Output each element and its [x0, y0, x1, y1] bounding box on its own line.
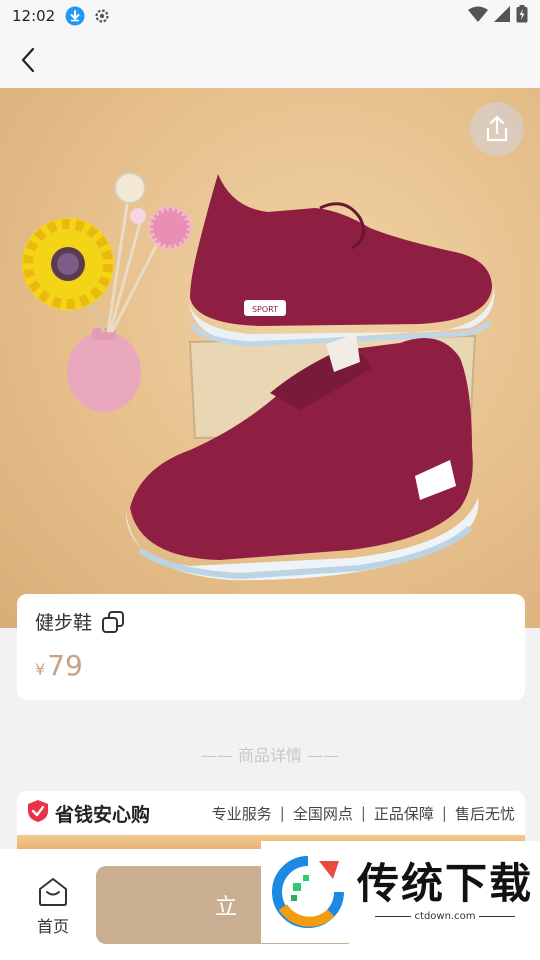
- share-button[interactable]: [470, 102, 524, 156]
- status-time: 12:02: [12, 7, 56, 25]
- download-icon: [65, 6, 85, 26]
- promo-title: 省钱安心购: [55, 803, 151, 826]
- buy-label: 立: [214, 895, 237, 920]
- nav-bar: [0, 32, 540, 88]
- promo-separator: |: [279, 804, 285, 822]
- product-name: 健步鞋: [35, 612, 93, 634]
- watermark-url-row: ctdown.com: [374, 910, 516, 922]
- price-value: 79: [47, 649, 83, 682]
- home-tab[interactable]: 首页: [28, 877, 78, 937]
- promo-separator: |: [441, 804, 447, 822]
- promo-tag: 售后无忧: [454, 804, 515, 823]
- price: ¥ 79: [35, 649, 507, 682]
- battery-icon: [516, 5, 528, 27]
- promo-tag: 专业服务: [211, 804, 272, 823]
- share-icon: [486, 115, 508, 142]
- details-divider: —— 商品详情 ——: [200, 746, 340, 765]
- settings-icon: [93, 7, 111, 25]
- copy-icon[interactable]: [100, 609, 126, 635]
- product-image[interactable]: SPORT: [0, 88, 540, 628]
- product-photo-illustration: SPORT: [22, 172, 495, 581]
- price-symbol: ¥: [35, 660, 46, 679]
- chevron-left-icon: [21, 47, 35, 73]
- promo-tags: 专业服务 | 全国网点 | 正品保障 | 售后无忧: [212, 803, 515, 824]
- back-button[interactable]: [12, 44, 44, 76]
- promo-tag: 全国网点: [292, 804, 353, 823]
- signal-icon: [494, 6, 510, 26]
- promo-tag: 正品保障: [373, 804, 434, 823]
- product-info-card: 健步鞋 ¥ 79: [17, 594, 525, 700]
- home-label: 首页: [36, 917, 69, 936]
- shoe-brand-text: SPORT: [252, 305, 278, 314]
- wifi-icon: [468, 6, 488, 26]
- status-bar: 12:02: [0, 0, 540, 32]
- home-icon: [39, 878, 67, 906]
- watermark-logo: [272, 856, 344, 928]
- promo-separator: |: [360, 804, 366, 822]
- watermark-url: ctdown.com: [414, 910, 476, 922]
- watermark: 传统下载 ctdown.com: [261, 841, 540, 943]
- shield-check-icon: [27, 799, 49, 827]
- watermark-title: 传统下载: [357, 858, 534, 908]
